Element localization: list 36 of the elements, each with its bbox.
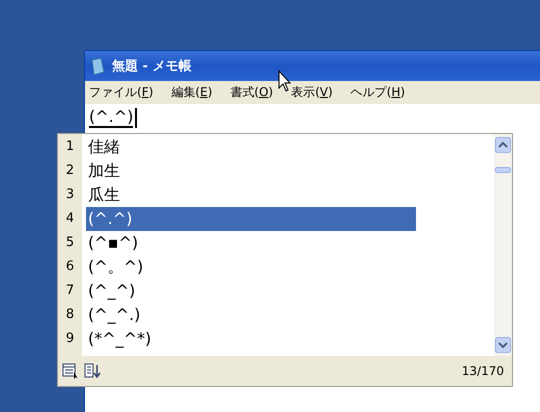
candidate-number: 1 [64, 138, 76, 156]
scrollbar[interactable] [494, 134, 512, 356]
notepad-icon [91, 58, 105, 74]
scroll-down-button[interactable] [495, 337, 511, 353]
menu-item[interactable]: 表示(V) [291, 84, 333, 101]
candidate-item[interactable]: (*^_^*) [86, 327, 416, 351]
candidate-number: 2 [64, 162, 76, 180]
candidate-item[interactable]: (^▪^) [86, 231, 416, 255]
candidate-item[interactable]: 瓜生 [86, 183, 416, 207]
scroll-up-button[interactable] [495, 137, 511, 153]
menu-item[interactable]: 書式(O) [230, 84, 274, 101]
sort-list-icon[interactable] [84, 363, 102, 379]
candidate-number: 6 [64, 258, 76, 276]
menu-item[interactable]: ヘルプ(H) [350, 84, 406, 101]
candidate-number: 5 [64, 234, 76, 252]
typed-text: (^.^) [89, 108, 134, 128]
menu-item[interactable]: ファイル(F) [89, 84, 154, 101]
candidate-item[interactable]: (^.^) [86, 207, 416, 231]
candidate-item[interactable]: (^_^) [86, 279, 416, 303]
candidate-item[interactable]: 佳緒 [86, 135, 416, 159]
candidate-count: 13/170 [462, 364, 504, 378]
candidate-item[interactable]: (^。^) [86, 255, 416, 279]
text-area[interactable]: (^.^) [85, 104, 540, 132]
text-caret [135, 108, 138, 128]
candidate-item[interactable]: 加生 [86, 159, 416, 183]
candidate-number: 7 [64, 282, 76, 300]
table-view-icon[interactable] [62, 363, 80, 379]
scroll-thumb[interactable] [495, 167, 511, 173]
window-title: 無題 - メモ帳 [112, 58, 192, 75]
candidate-number: 8 [64, 306, 76, 324]
candidate-number: 4 [64, 210, 76, 228]
menu-item[interactable]: 編集(E) [171, 84, 212, 101]
candidate-number: 3 [64, 186, 76, 204]
candidate-number: 9 [64, 330, 76, 348]
mouse-pointer-icon [278, 70, 292, 92]
candidate-item[interactable]: (^_^.) [86, 303, 416, 327]
